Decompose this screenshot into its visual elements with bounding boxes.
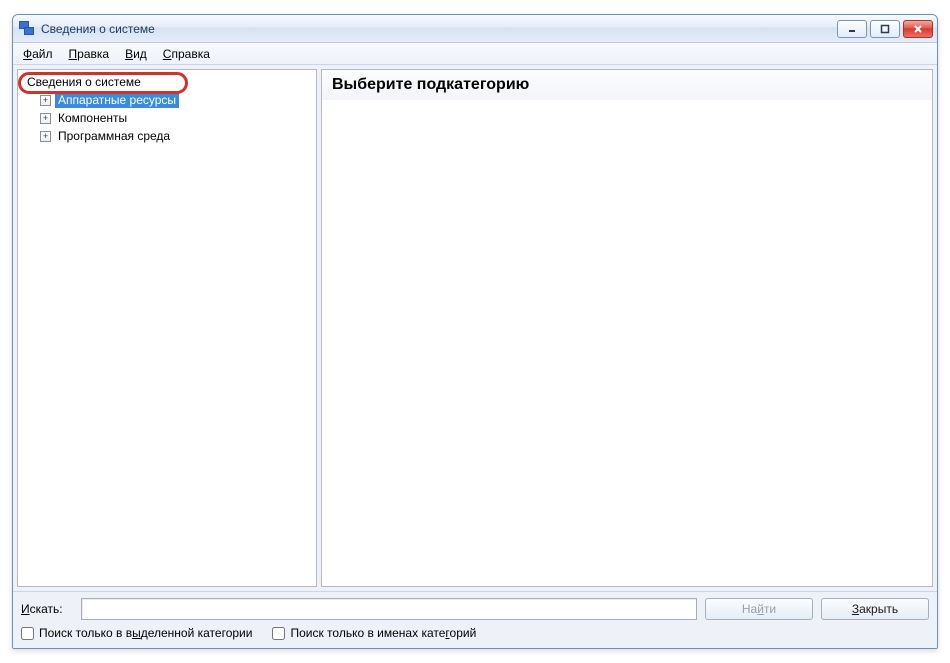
menu-file[interactable]: Файл bbox=[15, 43, 61, 64]
window: Сведения о системе Файл Правка Вид Справ… bbox=[12, 14, 938, 649]
menu-bar: Файл Правка Вид Справка bbox=[13, 43, 937, 65]
title-bar: Сведения о системе bbox=[13, 15, 937, 43]
minimize-button[interactable] bbox=[837, 20, 867, 38]
tree-item-software-env[interactable]: + Программная среда bbox=[18, 127, 316, 145]
checkbox-category-names-input[interactable] bbox=[272, 627, 285, 640]
menu-edit[interactable]: Правка bbox=[61, 43, 118, 64]
tree: Сведения о системе + Аппаратные ресурсы … bbox=[18, 70, 316, 148]
search-label: Искать: bbox=[21, 602, 73, 616]
checkbox-selected-category[interactable]: Поиск только в выделенной категории bbox=[21, 626, 252, 640]
window-controls bbox=[837, 20, 933, 38]
menu-view[interactable]: Вид bbox=[117, 43, 155, 64]
tree-root[interactable]: Сведения о системе bbox=[18, 73, 316, 91]
expand-icon[interactable]: + bbox=[40, 113, 51, 124]
menu-help[interactable]: Справка bbox=[155, 43, 218, 64]
detail-panel: Выберите подкатегорию bbox=[321, 69, 933, 587]
find-button[interactable]: Найти bbox=[705, 598, 813, 620]
expand-icon[interactable]: + bbox=[40, 131, 51, 142]
tree-panel: Сведения о системе + Аппаратные ресурсы … bbox=[17, 69, 317, 587]
search-bar: Искать: Найти Закрыть Поиск только в выд… bbox=[13, 591, 937, 648]
detail-header: Выберите подкатегорию bbox=[322, 70, 932, 100]
tree-item-components[interactable]: + Компоненты bbox=[18, 109, 316, 127]
search-input[interactable] bbox=[81, 598, 697, 620]
checkbox-category-names[interactable]: Поиск только в именах категорий bbox=[272, 626, 476, 640]
close-search-button[interactable]: Закрыть bbox=[821, 598, 929, 620]
checkbox-selected-category-input[interactable] bbox=[21, 627, 34, 640]
tree-item-label: Компоненты bbox=[55, 110, 130, 126]
expand-icon[interactable]: + bbox=[40, 95, 51, 106]
maximize-button[interactable] bbox=[870, 20, 900, 38]
app-icon bbox=[19, 21, 35, 37]
close-button[interactable] bbox=[903, 20, 933, 38]
tree-item-hardware[interactable]: + Аппаратные ресурсы bbox=[18, 91, 316, 109]
content-split: Сведения о системе + Аппаратные ресурсы … bbox=[13, 65, 937, 591]
tree-root-label: Сведения о системе bbox=[24, 74, 144, 90]
window-title: Сведения о системе bbox=[41, 22, 155, 36]
tree-item-label: Аппаратные ресурсы bbox=[55, 92, 179, 108]
tree-item-label: Программная среда bbox=[55, 128, 173, 144]
